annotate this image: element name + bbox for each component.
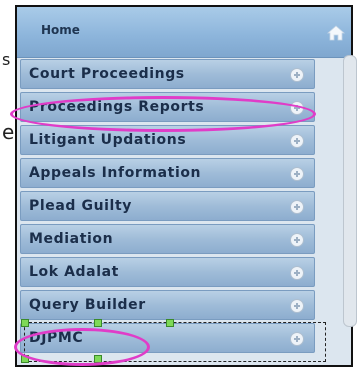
background-text-fragment: s (2, 50, 11, 69)
background-text-fragment: e (2, 120, 15, 144)
menu-item-appeals-information[interactable]: Appeals Information (20, 158, 315, 188)
plus-circle-icon[interactable] (290, 68, 304, 82)
menu-item-query-builder[interactable]: Query Builder (20, 290, 315, 320)
plus-circle-icon[interactable] (290, 332, 304, 346)
menu-item-mediation[interactable]: Mediation (20, 224, 315, 254)
menu-item-proceedings-reports[interactable]: Proceedings Reports (20, 92, 315, 122)
menu-item-label: Plead Guilty (29, 198, 132, 214)
menu-item-label: Query Builder (29, 297, 146, 313)
menu-item-litigant-updations[interactable]: Litigant Updations (20, 125, 315, 155)
scrollbar[interactable] (343, 55, 357, 327)
menu-header[interactable]: Home (17, 7, 351, 58)
menu-item-djpmc[interactable]: DJPMC (20, 323, 315, 353)
plus-circle-icon[interactable] (290, 233, 304, 247)
menu-item-label: Proceedings Reports (29, 99, 205, 115)
screenshot-stage: s e Home Court Proceedings Proceedings R… (0, 0, 363, 374)
menu-item-label: Appeals Information (29, 165, 202, 181)
home-icon[interactable] (327, 25, 345, 41)
menu-item-label: Litigant Updations (29, 132, 187, 148)
plus-circle-icon[interactable] (290, 134, 304, 148)
plus-circle-icon[interactable] (290, 101, 304, 115)
plus-circle-icon[interactable] (290, 299, 304, 313)
menu-item-plead-guilty[interactable]: Plead Guilty (20, 191, 315, 221)
menu-item-label: DJPMC (29, 330, 84, 346)
plus-circle-icon[interactable] (290, 167, 304, 181)
plus-circle-icon[interactable] (290, 200, 304, 214)
menu-list: Court Proceedings Proceedings Reports Li… (20, 59, 315, 356)
menu-header-title: Home (41, 23, 80, 37)
menu-item-label: Court Proceedings (29, 66, 185, 82)
menu-item-court-proceedings[interactable]: Court Proceedings (20, 59, 315, 89)
menu-item-label: Mediation (29, 231, 114, 247)
menu-item-lok-adalat[interactable]: Lok Adalat (20, 257, 315, 287)
menu-item-label: Lok Adalat (29, 264, 119, 280)
plus-circle-icon[interactable] (290, 266, 304, 280)
